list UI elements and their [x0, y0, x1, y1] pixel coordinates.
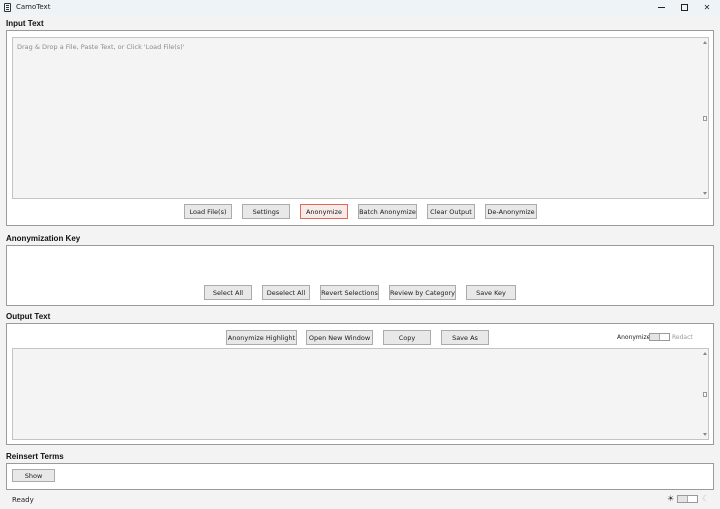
revert-selections-button[interactable]: Revert Selections [320, 285, 379, 300]
input-scrollbar[interactable] [702, 38, 708, 198]
scroll-down-icon[interactable] [703, 433, 707, 436]
moon-icon: ☾ [702, 494, 710, 503]
close-icon: ✕ [703, 3, 711, 12]
close-button[interactable]: ✕ [695, 0, 719, 15]
anonymization-key-panel: Select All Deselect All Revert Selection… [6, 245, 714, 306]
scroll-thumb[interactable] [703, 116, 707, 121]
anonymize-highlight-button[interactable]: Anonymize Highlight [226, 330, 297, 345]
output-scrollbar[interactable] [702, 349, 708, 439]
theme-toggle[interactable] [677, 495, 698, 503]
reinsert-terms-panel: Show [6, 463, 714, 490]
save-key-button[interactable]: Save Key [466, 285, 516, 300]
title-bar: CamoText ✕ [0, 0, 720, 15]
reinsert-terms-heading: Reinsert Terms [6, 452, 64, 461]
toggle-knob [678, 496, 688, 502]
minimize-button[interactable] [649, 0, 673, 15]
output-text-heading: Output Text [6, 312, 51, 321]
batch-anonymize-button[interactable]: Batch Anonymize [358, 204, 417, 219]
app-notepad-icon [4, 3, 11, 12]
load-files-button[interactable]: Load File(s) [184, 204, 232, 219]
show-button[interactable]: Show [12, 469, 55, 482]
scroll-up-icon[interactable] [703, 41, 707, 44]
scroll-up-icon[interactable] [703, 352, 707, 355]
settings-button[interactable]: Settings [242, 204, 290, 219]
status-text: Ready [12, 496, 34, 504]
maximize-icon [680, 4, 688, 11]
anonymize-button[interactable]: Anonymize [300, 204, 348, 219]
maximize-button[interactable] [672, 0, 696, 15]
window-title: CamoText [16, 3, 51, 11]
redact-mode-label: Redact [672, 334, 693, 341]
de-anonymize-button[interactable]: De-Anonymize [485, 204, 537, 219]
sun-icon: ☀ [667, 494, 675, 503]
minimize-icon [657, 7, 665, 8]
output-text-panel: Anonymize Highlight Open New Window Copy… [6, 323, 714, 445]
toggle-knob [650, 334, 660, 340]
scroll-thumb[interactable] [703, 392, 707, 397]
clear-output-button[interactable]: Clear Output [427, 204, 475, 219]
output-textarea[interactable] [12, 348, 709, 440]
anonymize-redact-toggle[interactable] [649, 333, 670, 341]
select-all-button[interactable]: Select All [204, 285, 252, 300]
input-placeholder: Drag & Drop a File, Paste Text, or Click… [17, 43, 185, 51]
open-new-window-button[interactable]: Open New Window [306, 330, 373, 345]
input-text-panel: Drag & Drop a File, Paste Text, or Click… [6, 30, 714, 226]
anonymization-key-heading: Anonymization Key [6, 234, 81, 243]
input-text-heading: Input Text [6, 19, 44, 28]
save-as-button[interactable]: Save As [441, 330, 489, 345]
deselect-all-button[interactable]: Deselect All [262, 285, 310, 300]
review-by-category-button[interactable]: Review by Category [389, 285, 456, 300]
input-textarea[interactable]: Drag & Drop a File, Paste Text, or Click… [12, 37, 709, 199]
copy-button[interactable]: Copy [383, 330, 431, 345]
scroll-down-icon[interactable] [703, 192, 707, 195]
anonymize-mode-label: Anonymize [617, 334, 651, 341]
